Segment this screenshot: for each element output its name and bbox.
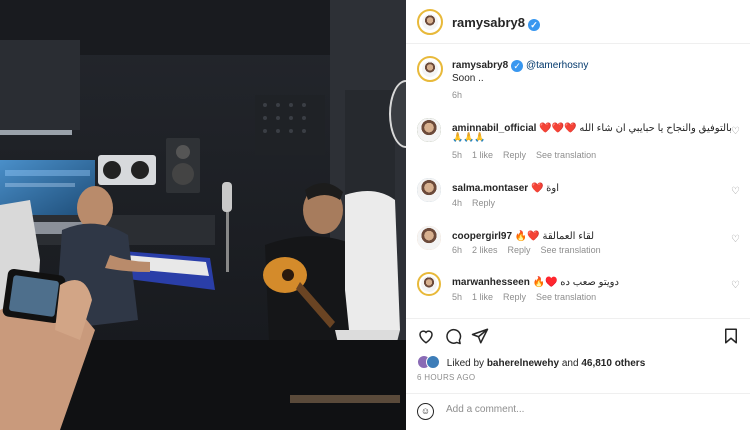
comment-time[interactable]: 5h	[452, 292, 462, 302]
caption-author[interactable]: ramysabry8	[452, 60, 508, 71]
comment-icon[interactable]	[444, 327, 462, 345]
likes-prefix: Liked by	[446, 358, 485, 369]
likes-and: and	[561, 358, 579, 369]
comment-body: aminnabil_official ❤️❤️❤️ بالتوفيق والنج…	[452, 123, 732, 134]
likes-summary: Liked by baherelnewehy and 46,810 others	[417, 355, 645, 371]
comment-time[interactable]: 4h	[452, 198, 462, 208]
comment-body: marwanhesseen 🔥♥️ دويتو صعب ده	[452, 277, 619, 288]
author-username-text[interactable]: ramysabry8	[452, 15, 525, 30]
post-photo[interactable]	[0, 0, 406, 430]
likes-user[interactable]: baherelnewehy	[487, 358, 559, 369]
likes-count[interactable]: 46,810 others	[581, 358, 645, 369]
comment-meta: 4h Reply	[452, 198, 505, 208]
comment-extra: 🙏🙏🙏	[452, 132, 486, 142]
comment-reply-button[interactable]: Reply	[472, 198, 495, 208]
heart-icon[interactable]	[417, 327, 435, 345]
comment-avatar[interactable]	[417, 226, 441, 250]
comment-translate-link[interactable]: See translation	[536, 150, 596, 160]
verified-badge-icon: ✓	[528, 19, 540, 31]
author-username[interactable]: ramysabry8 ✓	[452, 15, 540, 31]
comment-meta: 6h 2 likes Reply See translation	[452, 245, 611, 255]
caption-line: ramysabry8 ✓ @tamerhosny	[452, 60, 588, 72]
comment-translate-link[interactable]: See translation	[536, 292, 596, 302]
liker-avatar	[426, 355, 440, 369]
comment-avatar[interactable]	[417, 272, 441, 296]
caption-avatar[interactable]	[417, 56, 443, 82]
comment-username[interactable]: marwanhesseen	[452, 277, 530, 288]
comment-time[interactable]: 6h	[452, 245, 462, 255]
comment-reply-button[interactable]: Reply	[503, 150, 526, 160]
comment-avatar[interactable]	[417, 118, 441, 142]
comment-item: coopergirl97 🔥❤️ لقاء العمالقة 6h 2 likes…	[406, 226, 750, 272]
comment-text: اوة	[546, 183, 560, 194]
comment-translate-link[interactable]: See translation	[541, 245, 601, 255]
comment-reply-button[interactable]: Reply	[508, 245, 531, 255]
add-comment-input[interactable]	[446, 404, 726, 415]
comment-username[interactable]: coopergirl97	[452, 231, 512, 242]
comment-hearts: 🔥❤️	[514, 231, 540, 242]
caption-verified-icon: ✓	[511, 60, 524, 72]
caption-mention[interactable]: @tamerhosny	[526, 60, 588, 71]
comment-item: salma.montaser ❤️ اوة 4h Reply ♡	[406, 178, 750, 224]
comment-hearts: ❤️❤️❤️	[539, 123, 577, 134]
comment-avatar[interactable]	[417, 178, 441, 202]
save-icon[interactable]	[722, 327, 740, 345]
studio-photo-illustration	[0, 0, 406, 430]
comment-meta: 5h 1 like Reply See translation	[452, 150, 606, 160]
post-sidebar: ramysabry8 ✓ ramysabry8 ✓ @tamerhosny Soon…	[406, 0, 750, 430]
comment-like-heart-icon[interactable]: ♡	[731, 280, 740, 291]
comment-likes[interactable]: 2 likes	[472, 245, 498, 255]
comment-meta: 5h 1 like Reply See translation	[452, 292, 606, 302]
comment-body: salma.montaser ❤️ اوة	[452, 183, 559, 194]
caption-text: Soon ..	[452, 73, 484, 84]
comment-item: marwanhesseen 🔥♥️ دويتو صعب ده 5h 1 like R…	[406, 272, 750, 318]
comment-text: دويتو صعب ده	[560, 277, 619, 288]
comment-hearts: 🔥♥️	[532, 277, 558, 288]
author-avatar[interactable]	[417, 9, 443, 35]
comment-reply-button[interactable]: Reply	[503, 292, 526, 302]
comment-likes[interactable]: 1 like	[472, 150, 493, 160]
emoji-icon[interactable]: ☺	[417, 403, 434, 420]
comment-like-heart-icon[interactable]: ♡	[731, 126, 740, 137]
comment-item: aminnabil_official ❤️❤️❤️ بالتوفيق والنج…	[406, 118, 750, 164]
comment-like-heart-icon[interactable]: ♡	[731, 234, 740, 245]
post-actions-bar	[406, 318, 750, 352]
comment-like-heart-icon[interactable]: ♡	[731, 186, 740, 197]
post-timestamp[interactable]: 6 HOURS AGO	[417, 373, 475, 382]
comment-username[interactable]: salma.montaser	[452, 183, 528, 194]
add-comment-bar: ☺	[406, 393, 750, 430]
comment-text: بالتوفيق والنجاح يا حبايبي ان شاء الله	[579, 123, 732, 134]
comment-likes[interactable]: 1 like	[472, 292, 493, 302]
share-icon[interactable]	[471, 327, 489, 345]
comment-body: coopergirl97 🔥❤️ لقاء العمالقة	[452, 231, 594, 242]
comment-text: لقاء العمالقة	[542, 231, 595, 242]
caption-time[interactable]: 6h	[452, 90, 462, 100]
post-header: ramysabry8 ✓	[406, 0, 750, 44]
comment-hearts: ❤️	[530, 183, 544, 194]
comment-time[interactable]: 5h	[452, 150, 462, 160]
post-caption: ramysabry8 ✓ @tamerhosny Soon .. 6h	[406, 52, 750, 102]
